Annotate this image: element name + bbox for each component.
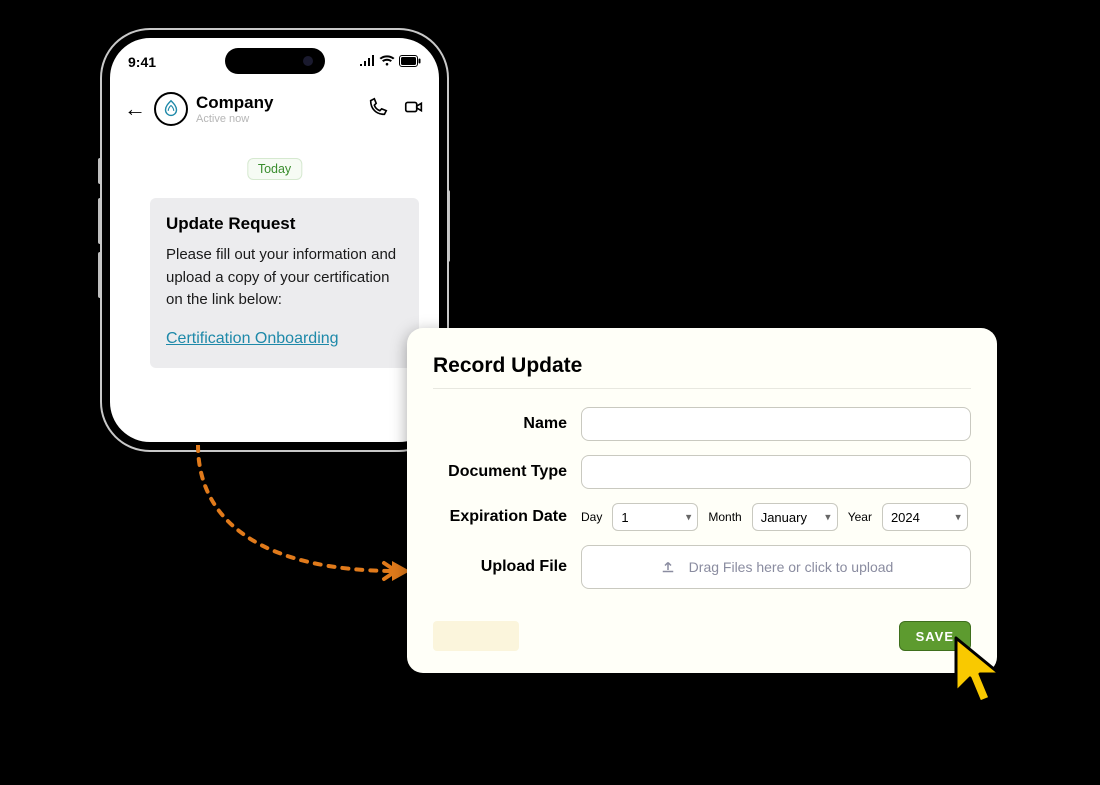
save-button[interactable]: SAVE (899, 621, 971, 651)
month-select[interactable]: January (752, 503, 838, 531)
message-body: Please fill out your information and upl… (166, 244, 403, 312)
phone-icon (367, 96, 389, 118)
certification-link[interactable]: Certification Onboarding (166, 330, 339, 347)
name-input[interactable] (581, 407, 971, 441)
chat-name: Company (196, 93, 367, 113)
year-sublabel: Year (848, 510, 872, 524)
battery-icon (399, 54, 421, 70)
name-label: Name (433, 415, 581, 433)
doc-type-label: Document Type (433, 463, 581, 481)
chat-status: Active now (196, 113, 367, 125)
doc-type-input[interactable] (581, 455, 971, 489)
back-button[interactable]: ← (124, 96, 146, 122)
phone-status-bar: 9:41 (110, 54, 439, 70)
year-select[interactable]: 2024 (882, 503, 968, 531)
today-chip: Today (247, 158, 302, 180)
arrow-indicator (148, 445, 428, 585)
wifi-icon (379, 54, 395, 70)
voice-call-button[interactable] (367, 96, 389, 123)
day-sublabel: Day (581, 510, 602, 524)
form-title: Record Update (433, 354, 971, 378)
phone-frame: 9:41 ← Company Active now (102, 30, 447, 450)
upload-icon (659, 558, 677, 576)
day-select[interactable]: 1 (612, 503, 698, 531)
upload-hint: Drag Files here or click to upload (689, 559, 894, 575)
day-value: 1 (621, 510, 628, 525)
clock-text: 9:41 (128, 54, 156, 70)
upload-dropzone[interactable]: Drag Files here or click to upload (581, 545, 971, 589)
company-avatar[interactable] (154, 92, 188, 126)
month-value: January (761, 510, 807, 525)
leaf-icon (160, 98, 182, 120)
form-divider (433, 388, 971, 389)
chat-header: ← Company Active now (110, 92, 439, 126)
upload-label: Upload File (433, 558, 581, 576)
record-update-form: Record Update Name Document Type Expirat… (407, 328, 997, 673)
message-card: Update Request Please fill out your info… (150, 198, 419, 368)
video-call-button[interactable] (403, 96, 425, 123)
signal-icon (359, 54, 375, 70)
exp-date-label: Expiration Date (433, 508, 581, 526)
accent-stripe (433, 621, 519, 651)
year-value: 2024 (891, 510, 920, 525)
video-icon (403, 96, 425, 118)
month-sublabel: Month (708, 510, 741, 524)
message-title: Update Request (166, 214, 403, 234)
